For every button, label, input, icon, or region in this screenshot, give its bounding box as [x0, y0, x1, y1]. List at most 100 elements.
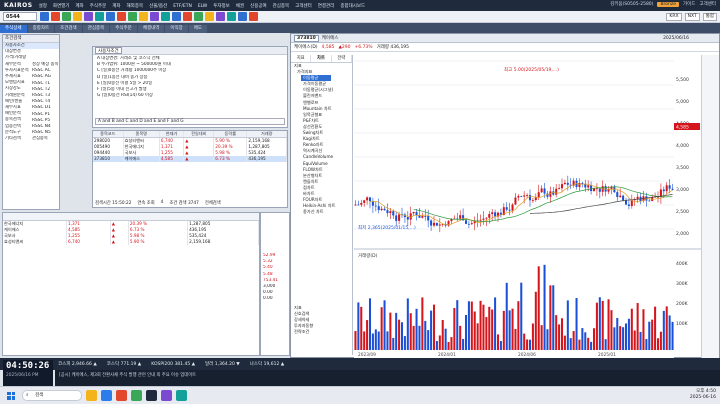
condition-line[interactable]: G [일]0봉전 RSI(14) 60 이상 — [95, 93, 285, 99]
list-item[interactable]: 효성티앤씨 6,740 ▲ 5.90 % 2,159,168 — [3, 239, 259, 245]
menu-item-4[interactable]: 계좌 — [112, 4, 120, 9]
index-item[interactable]: 달러 1,364.20 ▼ — [205, 361, 240, 367]
volume-bar — [409, 313, 412, 350]
toolbar-shortcut-icon[interactable] — [238, 12, 247, 21]
volume-bar — [392, 337, 395, 350]
tab-0[interactable]: 주식상세 — [0, 25, 27, 33]
toolbar-shortcut-icon[interactable] — [40, 12, 49, 21]
menu-item-2[interactable]: 계좌 — [75, 4, 83, 9]
guide-link[interactable]: 가이드 — [683, 1, 695, 7]
toolbar-shortcut-icon[interactable] — [161, 12, 170, 21]
grade-badge[interactable]: Bronze — [657, 1, 680, 7]
toolbar-shortcut-icon[interactable] — [84, 12, 93, 21]
volume-bar — [575, 298, 578, 350]
index-item[interactable]: KOSPI200 381.45 ▲ — [151, 362, 195, 367]
toolbar-shortcut-icon[interactable] — [172, 12, 181, 21]
taskbar-search-label: 검색 — [35, 393, 44, 398]
condition-formula[interactable]: A and B and C and D and E and F and G — [95, 118, 285, 125]
volume-bar — [537, 266, 540, 350]
toolbar-shortcut-icon[interactable] — [95, 12, 104, 21]
toolbar-shortcut-icon[interactable] — [205, 12, 214, 21]
toolbar-shortcut-icon[interactable] — [227, 12, 236, 21]
indicator-item[interactable]: 종가선 차트 — [291, 209, 352, 215]
index-item[interactable]: 코스닥 771.19 ▲ — [107, 361, 142, 367]
volume-bar — [587, 337, 590, 350]
tab-7[interactable]: 매도 — [188, 25, 208, 33]
menu-item-12[interactable]: 관심종목 — [273, 4, 290, 9]
toolbar-shortcut-icon[interactable] — [51, 12, 60, 21]
candle-body — [392, 211, 395, 216]
menu-item-9[interactable]: 투자정보 — [213, 4, 230, 9]
app-icon-red[interactable] — [116, 390, 127, 401]
menu-item-14[interactable]: 연결관리 — [318, 4, 335, 9]
toolbar-shortcut-icon[interactable] — [117, 12, 126, 21]
volume-bar — [380, 307, 383, 350]
result-footer-item: 4 — [160, 200, 164, 205]
kairos-app-icon[interactable] — [146, 390, 157, 401]
menu-item-3[interactable]: 주식주문 — [90, 4, 107, 9]
tab-2[interactable]: 조건검색 — [55, 25, 82, 33]
menu-item-11[interactable]: 신용공여 — [250, 4, 267, 9]
menu-item-15[interactable]: 종합대시보드 — [340, 4, 365, 9]
menu-item-8[interactable]: ELW — [198, 4, 207, 9]
market-tag-all[interactable]: 통합 — [702, 13, 717, 21]
toolbar-shortcut-icon[interactable] — [194, 12, 203, 21]
edge-browser-icon[interactable] — [101, 390, 112, 401]
tab-1[interactable]: 종합차트 — [27, 25, 55, 33]
windows-start-icon[interactable] — [4, 389, 18, 403]
toolbar-shortcut-icon[interactable] — [216, 12, 225, 21]
toolbar-shortcut-icon[interactable] — [128, 12, 137, 21]
indicator-tab[interactable]: 지표 — [291, 55, 312, 62]
app-icon-teal[interactable] — [176, 390, 187, 401]
support-link[interactable]: 고객센터 — [699, 1, 716, 7]
tab-3[interactable]: 관심종목 — [82, 25, 110, 33]
order-value[interactable]: 0.00 — [261, 296, 289, 302]
volume-bar — [572, 331, 575, 350]
price-chart[interactable]: 5,5005,0004,5004,0003,5003,0002,5002,000… — [354, 55, 720, 358]
menu-item-7[interactable]: ETF/ETN — [173, 4, 192, 9]
toolbar-shortcut-icon[interactable] — [150, 12, 159, 21]
volume-bar — [560, 318, 564, 350]
menu-item-13[interactable]: 고객센터 — [295, 4, 312, 9]
toolbar-shortcut-icon[interactable] — [249, 12, 258, 21]
condition-name-input[interactable]: 사용자조건 — [95, 47, 122, 54]
tab-5[interactable]: 체결내역 — [137, 25, 165, 33]
taskbar-search[interactable]: ⌕ 검색 — [22, 390, 82, 401]
index-item[interactable]: 코스피 2,946.66 ▲ — [58, 361, 97, 367]
file-explorer-icon[interactable] — [86, 390, 97, 401]
tab-4[interactable]: 주식주문 — [110, 25, 137, 33]
candle-body — [432, 222, 436, 226]
result-footer-item[interactable]: 전체검색 — [205, 200, 221, 206]
candle-body — [427, 216, 430, 221]
tab-6[interactable]: 이익장 — [165, 25, 188, 33]
market-tag-krx[interactable]: KRX — [666, 13, 682, 21]
chart-date[interactable]: 2025/06/16 — [663, 36, 689, 41]
volume-bar — [412, 325, 415, 350]
menu-item-1[interactable]: 화면열기 — [53, 4, 70, 9]
account-number-input[interactable]: 0544 — [3, 12, 37, 21]
menu-item-5[interactable]: 해외종목 — [127, 4, 144, 9]
toolbar-shortcut-icon[interactable] — [139, 12, 148, 21]
menu-item-0[interactable]: 설정 — [39, 4, 47, 9]
system-tray-clock[interactable]: 오후 4:50 2025-06-16 — [690, 389, 716, 401]
app-icon-purple[interactable] — [161, 390, 172, 401]
table-row[interactable]: 373810 케이에스 4,585 ▲ 6.73 % 436,195 — [93, 156, 287, 162]
menu-item-10[interactable]: 채권 — [236, 4, 244, 9]
menu-item-6[interactable]: 선물/옵션 — [149, 4, 167, 9]
price-axis-label: 3,500 — [676, 165, 689, 171]
tree-sub-item[interactable]: 관심종목 — [30, 136, 90, 142]
toolbar-shortcut-icon[interactable] — [73, 12, 82, 21]
chart-code-input[interactable]: 373810 — [294, 34, 319, 42]
indicator-tab[interactable]: 차트 — [311, 55, 332, 62]
news-ticker-text[interactable]: [공시] 케이에스, 제3회 전환사채 주식 발행 관련 안내 외 주요 이슈 … — [55, 370, 720, 380]
market-tag-nxt[interactable]: NXT — [684, 13, 700, 21]
indicator-tab[interactable]: 전략 — [332, 55, 352, 62]
indicator-group-item[interactable]: 전략조건 — [291, 329, 352, 335]
toolbar-shortcut-icon[interactable] — [183, 12, 192, 21]
toolbar-shortcut-icon[interactable] — [106, 12, 115, 21]
index-item[interactable]: 나스닥 19,612 ▲ — [250, 361, 285, 367]
candle-body — [511, 204, 514, 211]
toolbar-shortcut-icon[interactable] — [62, 12, 71, 21]
chrome-icon[interactable] — [131, 390, 142, 401]
candle-body — [467, 223, 470, 225]
